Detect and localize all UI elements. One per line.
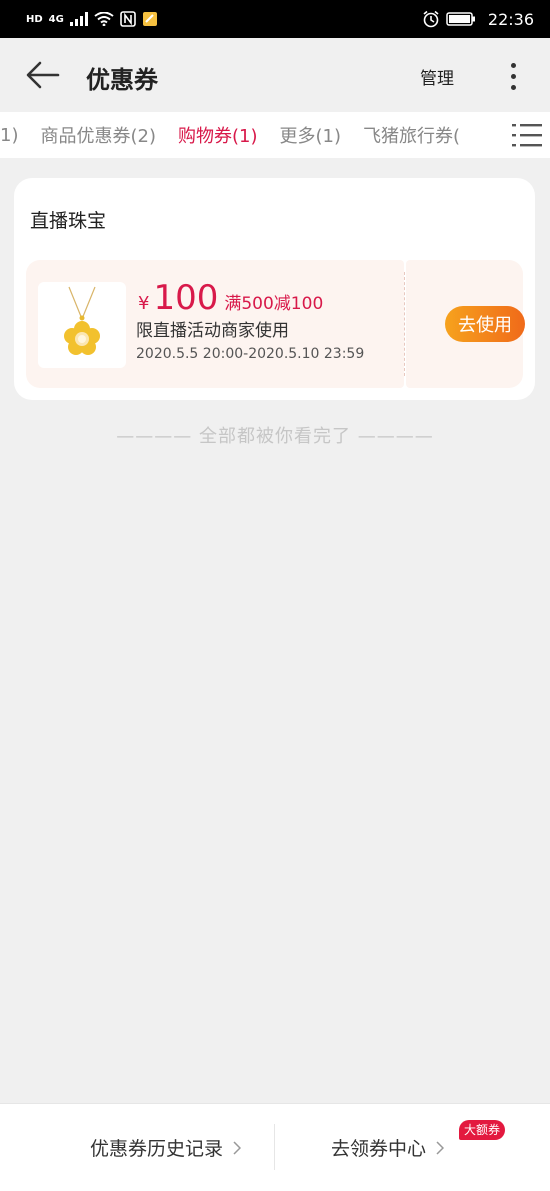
- page-title: 优惠券: [86, 66, 158, 94]
- coupon-center-label: 去领券中心: [331, 1138, 427, 1160]
- coupon-description: 限直播活动商家使用: [136, 321, 289, 341]
- bottom-bar: 优惠券历史记录 去领券中心 大额券: [0, 1103, 550, 1191]
- flower-pendant-icon: [64, 286, 100, 355]
- status-bar: HD 4G 22:36: [0, 0, 550, 38]
- alarm-icon: [422, 10, 440, 28]
- more-vertical-icon-dot: [510, 84, 516, 90]
- tab-more[interactable]: 更多(1): [279, 122, 341, 148]
- network-indicator: 4G: [48, 13, 64, 25]
- arrow-left-icon: [26, 61, 60, 89]
- coupon-amount: 100: [153, 278, 219, 318]
- end-of-list-text: ———— 全部都被你看完了 ————: [116, 426, 434, 447]
- product-image: [38, 282, 126, 368]
- more-vertical-icon-dot: [510, 62, 516, 68]
- signal-icon: [69, 12, 88, 26]
- big-coupon-badge: 大额券: [459, 1120, 506, 1140]
- coupon-divider: [404, 272, 405, 376]
- coupon-center-link[interactable]: 去领券中心: [331, 1134, 445, 1161]
- use-coupon-button[interactable]: 去使用: [445, 306, 525, 342]
- coupon-history-link[interactable]: 优惠券历史记录: [90, 1134, 242, 1161]
- status-right: 22:36: [422, 10, 534, 29]
- clock: 22:36: [487, 9, 534, 29]
- tab-fliggy-travel[interactable]: 飞猪旅行券(: [363, 122, 460, 148]
- bottom-divider: [274, 1124, 275, 1170]
- nfc-icon: [120, 11, 136, 27]
- notes-icon: [142, 11, 158, 27]
- coupon-ticket[interactable]: ¥ 100 满500减100 限直播活动商家使用 2020.5.5 20:00-…: [26, 260, 525, 388]
- list-menu-icon: [512, 124, 542, 147]
- coupon-main: ¥ 100 满500减100 限直播活动商家使用 2020.5.5 20:00-…: [26, 260, 404, 388]
- more-button[interactable]: [498, 56, 528, 96]
- tab-partial[interactable]: 1): [0, 125, 18, 146]
- wifi-icon: [94, 12, 114, 26]
- coupon-price: ¥ 100 满500减100: [138, 278, 323, 318]
- chevron-right-icon: [233, 1140, 242, 1155]
- hd-indicator: HD: [26, 13, 43, 25]
- shop-name: 直播珠宝: [30, 210, 107, 232]
- coupon-card: 直播珠宝 ¥ 100 满500减100 限直播活动商家使用 2020.5.5 2…: [14, 178, 535, 400]
- more-vertical-icon-dot: [510, 73, 516, 79]
- tab-menu-button[interactable]: [504, 112, 550, 158]
- status-left: HD 4G: [26, 11, 158, 27]
- currency-symbol: ¥: [138, 293, 150, 314]
- manage-button[interactable]: 管理: [420, 64, 454, 89]
- tab-bar: 1) 商品优惠券(2) 购物券(1) 更多(1) 飞猪旅行券(: [0, 112, 550, 158]
- battery-icon: [446, 11, 476, 27]
- coupon-condition: 满500减100: [224, 294, 324, 314]
- coupon-validity: 2020.5.5 20:00-2020.5.10 23:59: [136, 346, 365, 362]
- tab-shopping-coupon[interactable]: 购物券(1): [178, 122, 258, 148]
- coupon-history-label: 优惠券历史记录: [90, 1138, 224, 1160]
- chevron-right-icon: [436, 1140, 445, 1155]
- header: 优惠券 管理: [0, 38, 550, 112]
- tab-product-coupon[interactable]: 商品优惠券(2): [40, 122, 156, 148]
- tab-list: 1) 商品优惠券(2) 购物券(1) 更多(1) 飞猪旅行券(: [0, 112, 482, 158]
- back-button[interactable]: [22, 54, 64, 96]
